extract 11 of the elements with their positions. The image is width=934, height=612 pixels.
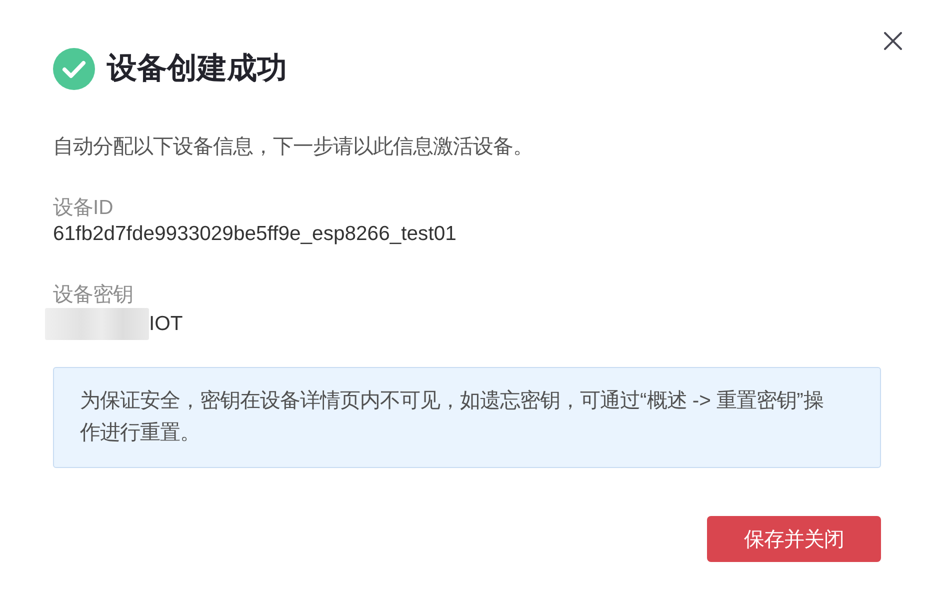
save-close-button[interactable]: 保存并关闭 xyxy=(707,516,881,562)
notice-text: 为保证安全，密钥在设备详情页内不可见，如遗忘密钥，可通过“概述 -> 重置密钥”操作进行重置。 xyxy=(80,388,824,446)
close-icon xyxy=(884,32,902,50)
field-label: 设备密钥 xyxy=(53,282,133,308)
field-value: 61fb2d7fde9933029be5ff9e_esp8266_test01 xyxy=(53,222,456,247)
dialog-title: 设备创建成功 xyxy=(107,51,287,87)
description-text: 自动分配以下设备信息，下一步请以此信息激活设备。 xyxy=(53,135,533,160)
close-button[interactable] xyxy=(884,32,902,50)
field-value: IOT xyxy=(149,312,183,337)
field-label: 设备ID xyxy=(53,196,114,221)
check-circle-icon xyxy=(53,48,95,90)
